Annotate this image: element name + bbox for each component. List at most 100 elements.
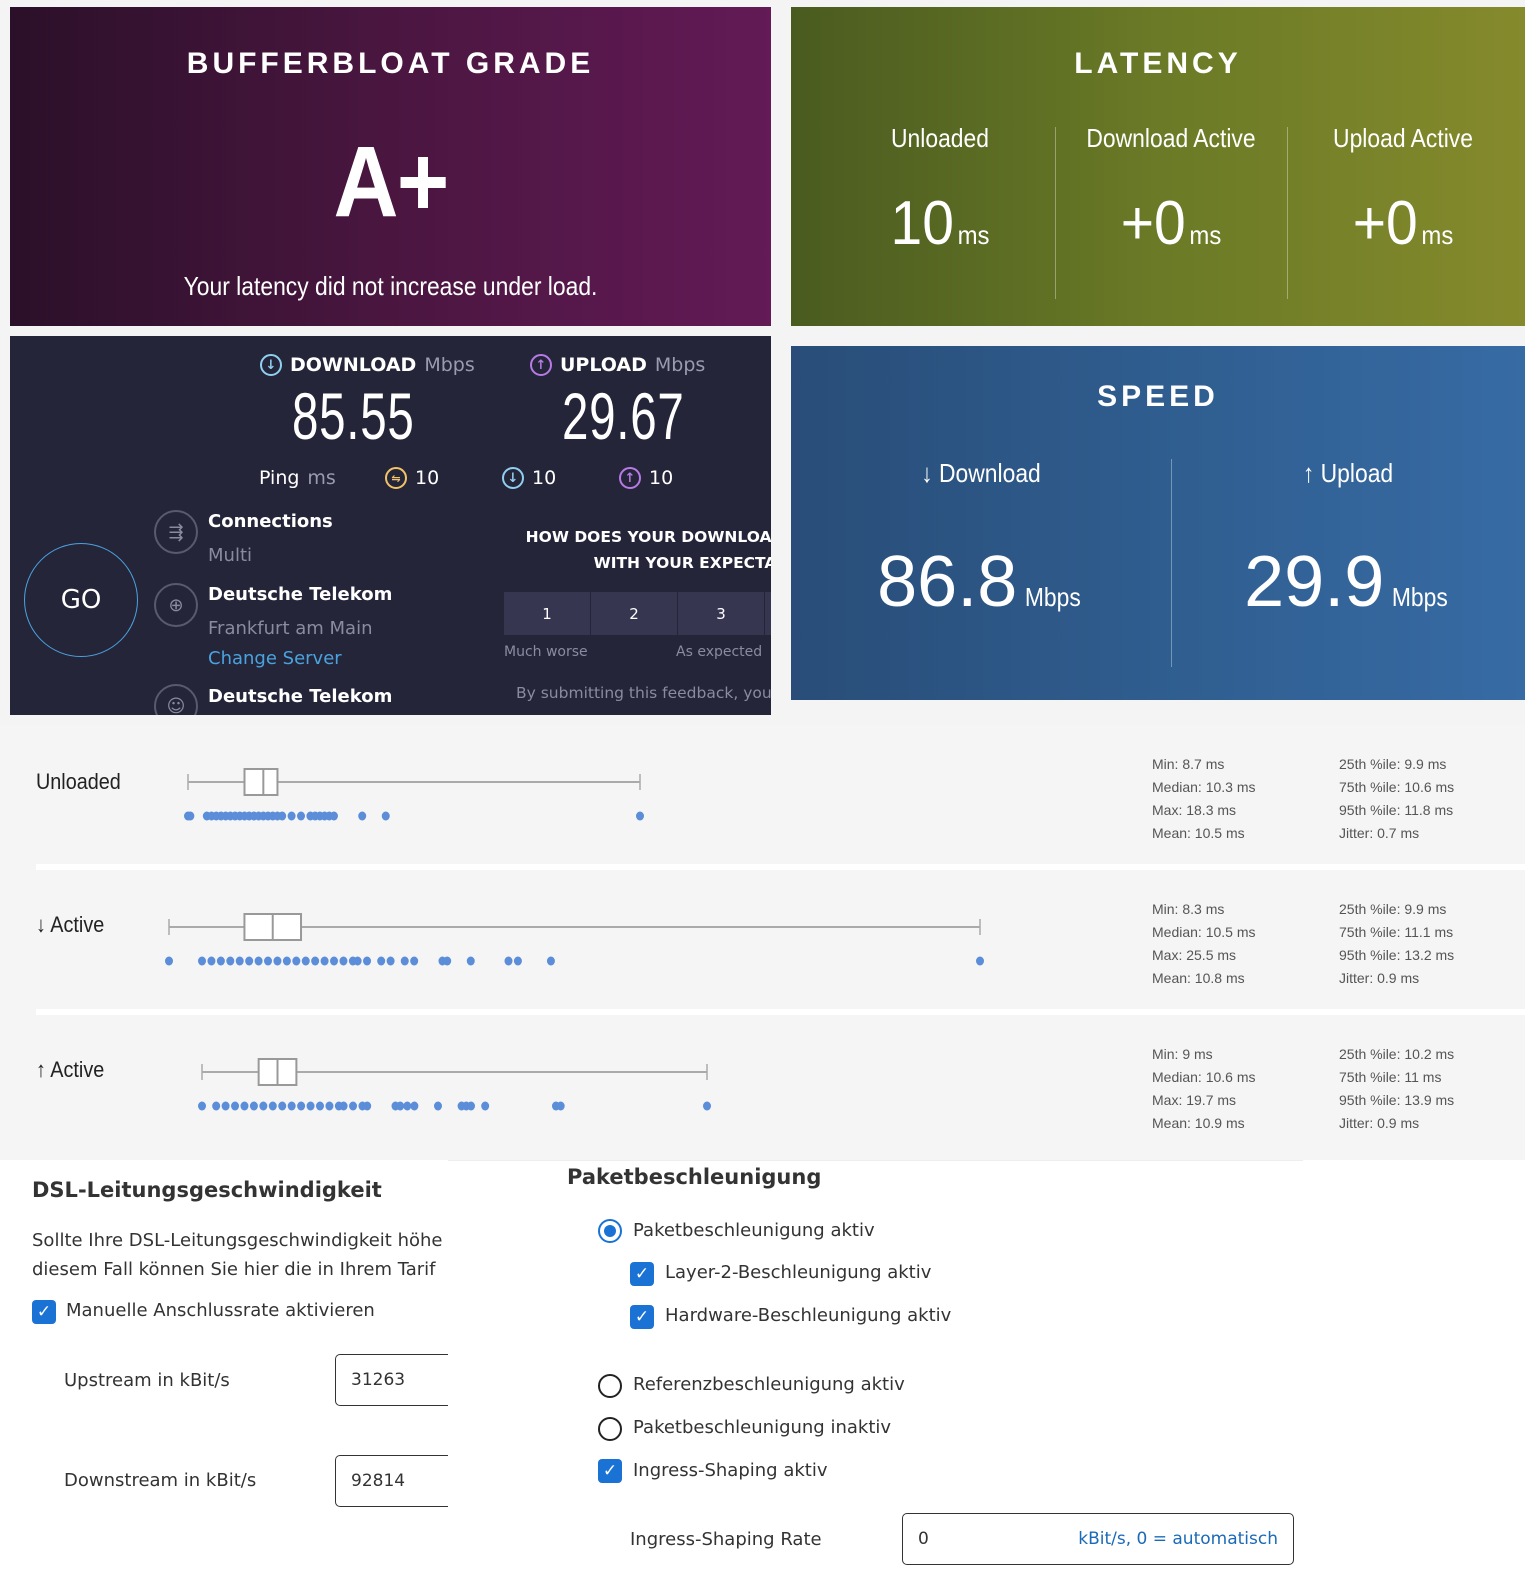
upstream-input[interactable]: 31263 <box>335 1354 448 1406</box>
feedback-option-1[interactable]: 1 <box>504 592 591 635</box>
feedback-option-2[interactable]: 2 <box>591 592 678 635</box>
option-label[interactable]: Paketbeschleunigung aktiv <box>633 1220 875 1241</box>
sample-point <box>292 956 301 966</box>
ingress-rate-input[interactable]: 0 kBit/s, 0 = automatisch <box>902 1513 1294 1565</box>
arrow-up-circle-icon: ↑ <box>530 354 552 376</box>
latency-value: +0 <box>1352 189 1418 258</box>
sample-point <box>396 1101 405 1111</box>
connections-value[interactable]: Multi <box>208 545 252 566</box>
download-header: ↓ DOWNLOAD Mbps <box>260 354 475 376</box>
sample-point <box>216 956 225 966</box>
option-label[interactable]: Hardware-Beschleunigung aktiv <box>665 1305 951 1326</box>
option-label[interactable]: Layer-2-Beschleunigung aktiv <box>665 1262 931 1283</box>
boxplot-stats-right: 25th %ile: 10.2 ms 75th %ile: 11 ms 95th… <box>1339 1043 1454 1135</box>
stat-p75: 75th %ile: 11 ms <box>1339 1069 1442 1085</box>
sample-point <box>358 811 367 821</box>
latency-label: Unloaded <box>891 123 989 153</box>
globe-icon: ⊕ <box>154 583 198 627</box>
server-isp: Deutsche Telekom <box>208 584 393 605</box>
sample-point <box>443 956 452 966</box>
boxplot-stats-left: Min: 9 ms Median: 10.6 ms Max: 19.7 ms M… <box>1152 1043 1256 1135</box>
stat-p95: 95th %ile: 11.8 ms <box>1339 802 1454 818</box>
boxplot-chart <box>198 1058 711 1111</box>
sample-point <box>221 1101 230 1111</box>
sample-point <box>165 956 173 966</box>
stat-median: Median: 10.5 ms <box>1152 924 1256 940</box>
sample-point <box>353 956 362 966</box>
sample-point <box>259 1101 268 1111</box>
ingress-rate-label: Ingress-Shaping Rate <box>630 1529 822 1550</box>
option-label[interactable]: Paketbeschleunigung inaktiv <box>633 1417 891 1438</box>
radio-paketbeschleunigung-aktiv[interactable] <box>598 1219 622 1243</box>
download-value: 85.55 <box>292 379 415 453</box>
boxplot-stats-right: 25th %ile: 9.9 ms 75th %ile: 11.1 ms 95t… <box>1339 898 1454 990</box>
sample-point <box>329 811 338 821</box>
sample-point <box>301 956 310 966</box>
latency-label: Download Active <box>1086 123 1256 153</box>
sample-point <box>287 811 296 821</box>
stat-mean: Mean: 10.9 ms <box>1152 1115 1245 1131</box>
manual-rate-checkbox[interactable]: ✓ <box>32 1300 56 1324</box>
radio-referenzbeschleunigung[interactable] <box>598 1374 622 1398</box>
downstream-label: Downstream in kBit/s <box>64 1470 257 1491</box>
ingress-rate-suffix: kBit/s, 0 = automatisch <box>1078 1529 1278 1549</box>
stat-jitter: Jitter: 0.9 ms <box>1339 970 1420 986</box>
upstream-label: Upstream in kBit/s <box>64 1370 230 1391</box>
sample-point <box>278 1101 287 1111</box>
downstream-value: 92814 <box>351 1471 406 1491</box>
checkbox-hardware[interactable]: ✓ <box>630 1305 654 1329</box>
user-icon: ☺ <box>154 684 198 715</box>
bufferbloat-grade: A+ <box>333 126 450 238</box>
latency-label: Upload Active <box>1333 123 1473 153</box>
upload-unit: Mbps <box>654 354 706 376</box>
manual-rate-label[interactable]: Manuelle Anschlussrate aktivieren <box>66 1300 375 1321</box>
latency-unit: ms <box>1189 220 1222 250</box>
stat-mean: Mean: 10.5 ms <box>1152 825 1245 841</box>
feedback-option-4[interactable] <box>765 592 771 635</box>
sample-point <box>556 1101 565 1111</box>
sample-point <box>403 1101 412 1111</box>
stat-p25: 25th %ile: 9.9 ms <box>1339 756 1447 772</box>
sample-point <box>268 1101 277 1111</box>
stat-p95: 95th %ile: 13.2 ms <box>1339 947 1455 963</box>
feedback-option-3[interactable]: 3 <box>678 592 765 635</box>
speedtest-panel: ↓ DOWNLOAD Mbps 85.55 ↑ UPLOAD Mbps 29.6… <box>10 336 771 715</box>
sample-point <box>198 956 207 966</box>
option-label[interactable]: Ingress-Shaping aktiv <box>633 1460 827 1481</box>
boxplot-stats-left: Min: 8.7 ms Median: 10.3 ms Max: 18.3 ms… <box>1152 753 1256 845</box>
go-button[interactable]: GO <box>24 543 138 657</box>
boxplot-stats-right: 25th %ile: 9.9 ms 75th %ile: 10.6 ms 95t… <box>1339 753 1454 845</box>
sample-point <box>320 956 329 966</box>
bufferbloat-grade-card: BUFFERBLOAT GRADE A+ Your latency did no… <box>10 7 771 326</box>
boxplot-stats-left: Min: 8.3 ms Median: 10.5 ms Max: 25.5 ms… <box>1152 898 1256 990</box>
radio-paketbeschleunigung-inaktiv[interactable] <box>598 1417 622 1441</box>
sample-point <box>481 1101 490 1111</box>
sample-point <box>254 956 263 966</box>
sample-point <box>466 956 475 966</box>
sample-point <box>235 956 244 966</box>
speed-upload-unit: Mbps <box>1392 582 1449 612</box>
stat-median: Median: 10.3 ms <box>1152 779 1256 795</box>
stat-min: Min: 9 ms <box>1152 1046 1213 1062</box>
change-server-link[interactable]: Change Server <box>208 648 342 669</box>
boxplot-row-upload-active: ↑ Active Min: 9 ms Median: 10.6 ms Max: … <box>0 1015 1525 1160</box>
ping-unit: ms <box>307 467 336 489</box>
option-label[interactable]: Referenzbeschleunigung aktiv <box>633 1374 905 1395</box>
checkbox-layer2[interactable]: ✓ <box>630 1262 654 1286</box>
arrow-down-circle-icon: ↓ <box>502 467 524 489</box>
sample-point <box>410 956 419 966</box>
arrow-down-circle-icon: ↓ <box>260 354 282 376</box>
latency-unloaded: Unloaded 10 ms <box>824 119 1056 299</box>
downstream-input[interactable]: 92814 <box>335 1455 448 1507</box>
latency-download-active: Download Active +0 ms <box>1055 119 1287 299</box>
sample-point <box>325 1101 334 1111</box>
speed-download-label: ↓ Download <box>921 458 1041 488</box>
latency-value: 10 <box>890 189 954 258</box>
speed-download-unit: Mbps <box>1025 582 1082 612</box>
ping-download: ↓ 10 <box>502 467 556 489</box>
checkbox-ingress-shaping[interactable]: ✓ <box>598 1459 622 1483</box>
speed-card: SPEED ↓ Download 86.8 Mbps ↑ Upload 29.9 M… <box>791 346 1525 700</box>
sample-point <box>282 956 291 966</box>
dsl-description-line1: Sollte Ihre DSL-Leitungsgeschwindigkeit … <box>32 1230 443 1251</box>
sample-point <box>231 1101 240 1111</box>
